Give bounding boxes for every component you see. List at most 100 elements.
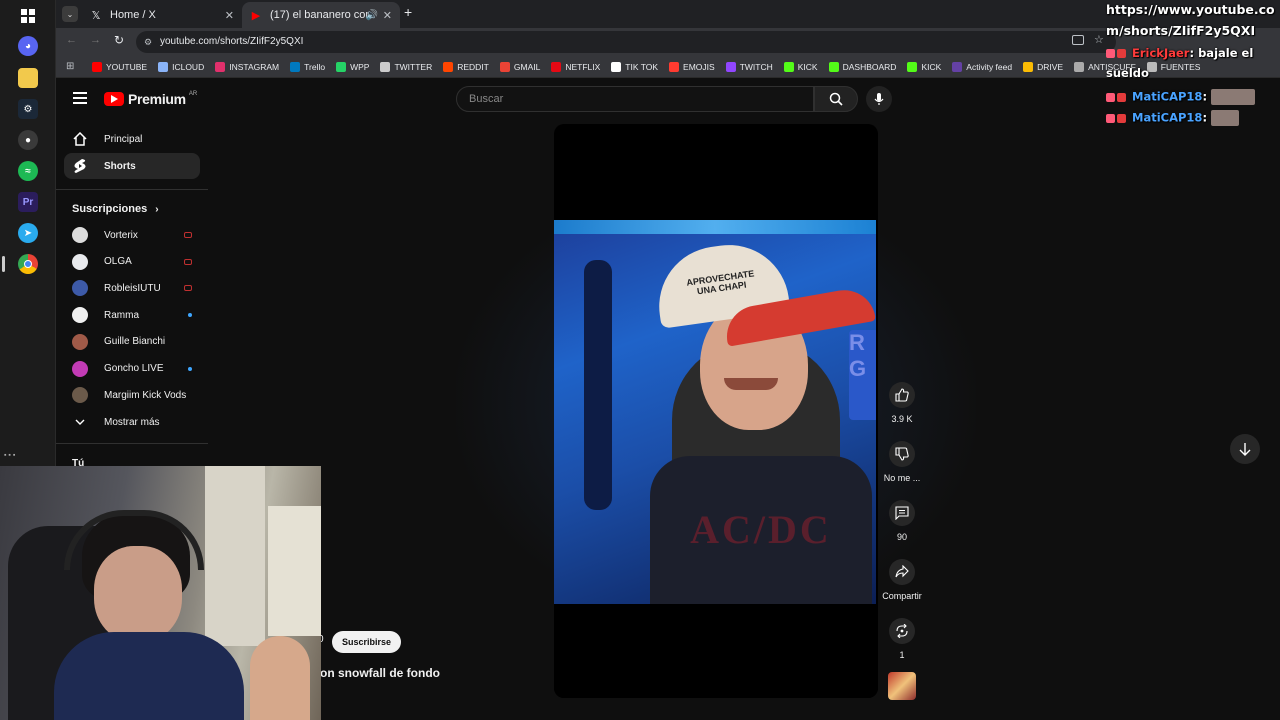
bookmark-item[interactable]: DASHBOARD	[828, 61, 896, 72]
subscription-item[interactable]: Ramma	[64, 302, 200, 328]
discord-icon[interactable]: ◕	[18, 36, 38, 56]
bookmark-favicon-icon	[669, 61, 680, 72]
subscription-item[interactable]: RobleisIUTU	[64, 275, 200, 301]
speaker-icon[interactable]: 🔊	[366, 10, 378, 21]
sidebar-item-principal[interactable]: Principal	[64, 126, 200, 152]
windows-start-icon[interactable]	[18, 6, 38, 26]
bookmark-item[interactable]: GMAIL	[499, 61, 540, 72]
mod-badge-icon	[1117, 92, 1126, 102]
tab-home-x[interactable]: 𝕏 Home / X ✕	[82, 2, 242, 28]
logo-region: AR	[188, 91, 198, 97]
obs-icon[interactable]: ●	[18, 130, 38, 150]
dislike-action[interactable]: No me ...	[876, 441, 928, 483]
bookmark-item[interactable]: INSTAGRAM	[215, 61, 280, 72]
bookmark-item[interactable]: KICK	[907, 61, 941, 72]
subscriptions-header[interactable]: Suscripciones ›	[72, 203, 159, 215]
file-explorer-icon[interactable]	[18, 68, 38, 88]
cast-icon[interactable]	[1072, 35, 1084, 45]
arrow-down-icon	[1239, 443, 1251, 456]
like-action[interactable]: 3.9 K	[876, 382, 928, 424]
new-tab-icon[interactable]: +	[404, 4, 412, 20]
back-icon[interactable]: ←	[66, 34, 77, 46]
like-button[interactable]	[889, 382, 915, 408]
subscription-item[interactable]: OLGA	[64, 249, 200, 275]
bookmark-item[interactable]: NETFLIX	[551, 61, 600, 72]
share-button[interactable]	[889, 559, 915, 585]
chevron-right-icon: ›	[155, 203, 159, 215]
bookmark-item[interactable]: TIK TOK	[611, 61, 659, 72]
shorts-player[interactable]: R G APROVECHATE UNA CHAPI AC/DC	[554, 124, 878, 698]
apps-grid-icon[interactable]: ⊞	[66, 61, 74, 72]
chat-message: MatiCAP18:	[1106, 89, 1256, 105]
browser-toolbar: ← → ↻ ⚙ youtube.com/shorts/ZIifF2y5QXI ☆	[56, 28, 1280, 56]
remix-action[interactable]: 1	[876, 618, 928, 660]
bookmark-favicon-icon	[725, 61, 736, 72]
chat-text-continued: sueldo	[1106, 66, 1149, 80]
bookmark-label: DRIVE	[1037, 61, 1064, 72]
bookmark-item[interactable]: Activity feed	[952, 61, 1013, 72]
bookmark-item[interactable]: KICK	[783, 61, 818, 72]
bookmark-item[interactable]: REDDIT	[443, 61, 489, 72]
bookmark-item[interactable]: DRIVE	[1023, 61, 1064, 72]
comments-button[interactable]	[889, 500, 915, 526]
sidebar-item-label: Mostrar más	[104, 416, 160, 428]
bookmark-item[interactable]: Trello	[290, 61, 326, 72]
bookmark-item[interactable]: YOUTUBE	[92, 61, 147, 72]
bookmark-item[interactable]: EMOJIS	[669, 61, 715, 72]
live-indicator-icon	[184, 258, 192, 265]
bookmark-item[interactable]: TWITCH	[725, 61, 773, 72]
live-indicator-icon	[184, 232, 192, 238]
steam-icon[interactable]: ⚙	[18, 99, 38, 119]
address-bar[interactable]: ⚙ youtube.com/shorts/ZIifF2y5QXI	[136, 31, 1116, 53]
voice-search-button[interactable]	[866, 86, 892, 112]
bookmark-label: Trello	[304, 61, 326, 72]
thumbs-up-icon	[895, 388, 909, 402]
telegram-icon[interactable]: ➤	[18, 223, 38, 243]
chat-message: ErickJaer: bajale el	[1106, 46, 1253, 60]
site-info-icon[interactable]: ⚙	[144, 31, 152, 53]
bookmark-item[interactable]: WPP	[336, 61, 369, 72]
reload-icon[interactable]: ↻	[114, 33, 124, 47]
bookmark-favicon-icon	[158, 61, 169, 72]
comments-action[interactable]: 90	[876, 500, 928, 542]
spotify-icon[interactable]: ≈	[18, 161, 38, 181]
subscription-item[interactable]: Guille Bianchi	[64, 329, 200, 355]
next-short-button[interactable]	[1230, 434, 1260, 464]
bookmark-label: ICLOUD	[172, 61, 205, 72]
chrome-icon[interactable]	[18, 254, 38, 274]
tab-search-icon[interactable]: ⌄	[62, 6, 78, 22]
remix-button[interactable]	[889, 618, 915, 644]
search-button[interactable]	[814, 86, 858, 112]
sidebar-item-label: Principal	[104, 133, 143, 145]
hamburger-menu-icon[interactable]	[73, 92, 87, 104]
chat-url-line-1: https://www.youtube.co	[1106, 2, 1275, 17]
close-tab-icon[interactable]: ✕	[383, 9, 392, 22]
bookmark-label: Activity feed	[966, 61, 1013, 72]
bookmark-item[interactable]: ICLOUD	[158, 61, 205, 72]
chat-message: MatiCAP18:	[1106, 110, 1240, 126]
short-video-frame[interactable]: R G APROVECHATE UNA CHAPI AC/DC	[554, 220, 876, 604]
subscribe-button[interactable]: Suscribirse	[332, 631, 402, 653]
sound-thumbnail[interactable]	[888, 672, 916, 700]
share-action[interactable]: Compartir	[876, 559, 928, 601]
short-title[interactable]: on snowfall de fondo	[320, 666, 440, 680]
close-tab-icon[interactable]: ✕	[225, 9, 234, 22]
subscription-item[interactable]: Vorterix	[64, 222, 200, 248]
bookmark-label: REDDIT	[457, 61, 489, 72]
tab-youtube-short[interactable]: ▶ (17) el bananero con snowf 🔊 ✕	[242, 2, 400, 28]
bookmark-label: TWITCH	[739, 61, 773, 72]
streamer-hand	[250, 636, 310, 720]
forward-icon[interactable]: →	[90, 34, 101, 46]
dislike-button[interactable]	[889, 441, 915, 467]
sidebar-item-shorts[interactable]: Shorts	[64, 153, 200, 179]
youtube-premium-logo[interactable]: Premium AR	[104, 91, 197, 107]
search-input[interactable]: Buscar	[456, 86, 814, 112]
bookmark-favicon-icon	[92, 61, 102, 72]
bookmark-label: TIK TOK	[625, 61, 659, 72]
subscription-item[interactable]: Margiim Kick Vods	[64, 382, 200, 408]
show-more-button[interactable]: Mostrar más	[64, 409, 200, 435]
premiere-icon[interactable]: Pr	[18, 192, 38, 212]
bookmark-label: INSTAGRAM	[229, 61, 280, 72]
bookmark-item[interactable]: TWITTER	[380, 61, 432, 72]
subscription-item[interactable]: Goncho LIVE	[64, 356, 200, 382]
